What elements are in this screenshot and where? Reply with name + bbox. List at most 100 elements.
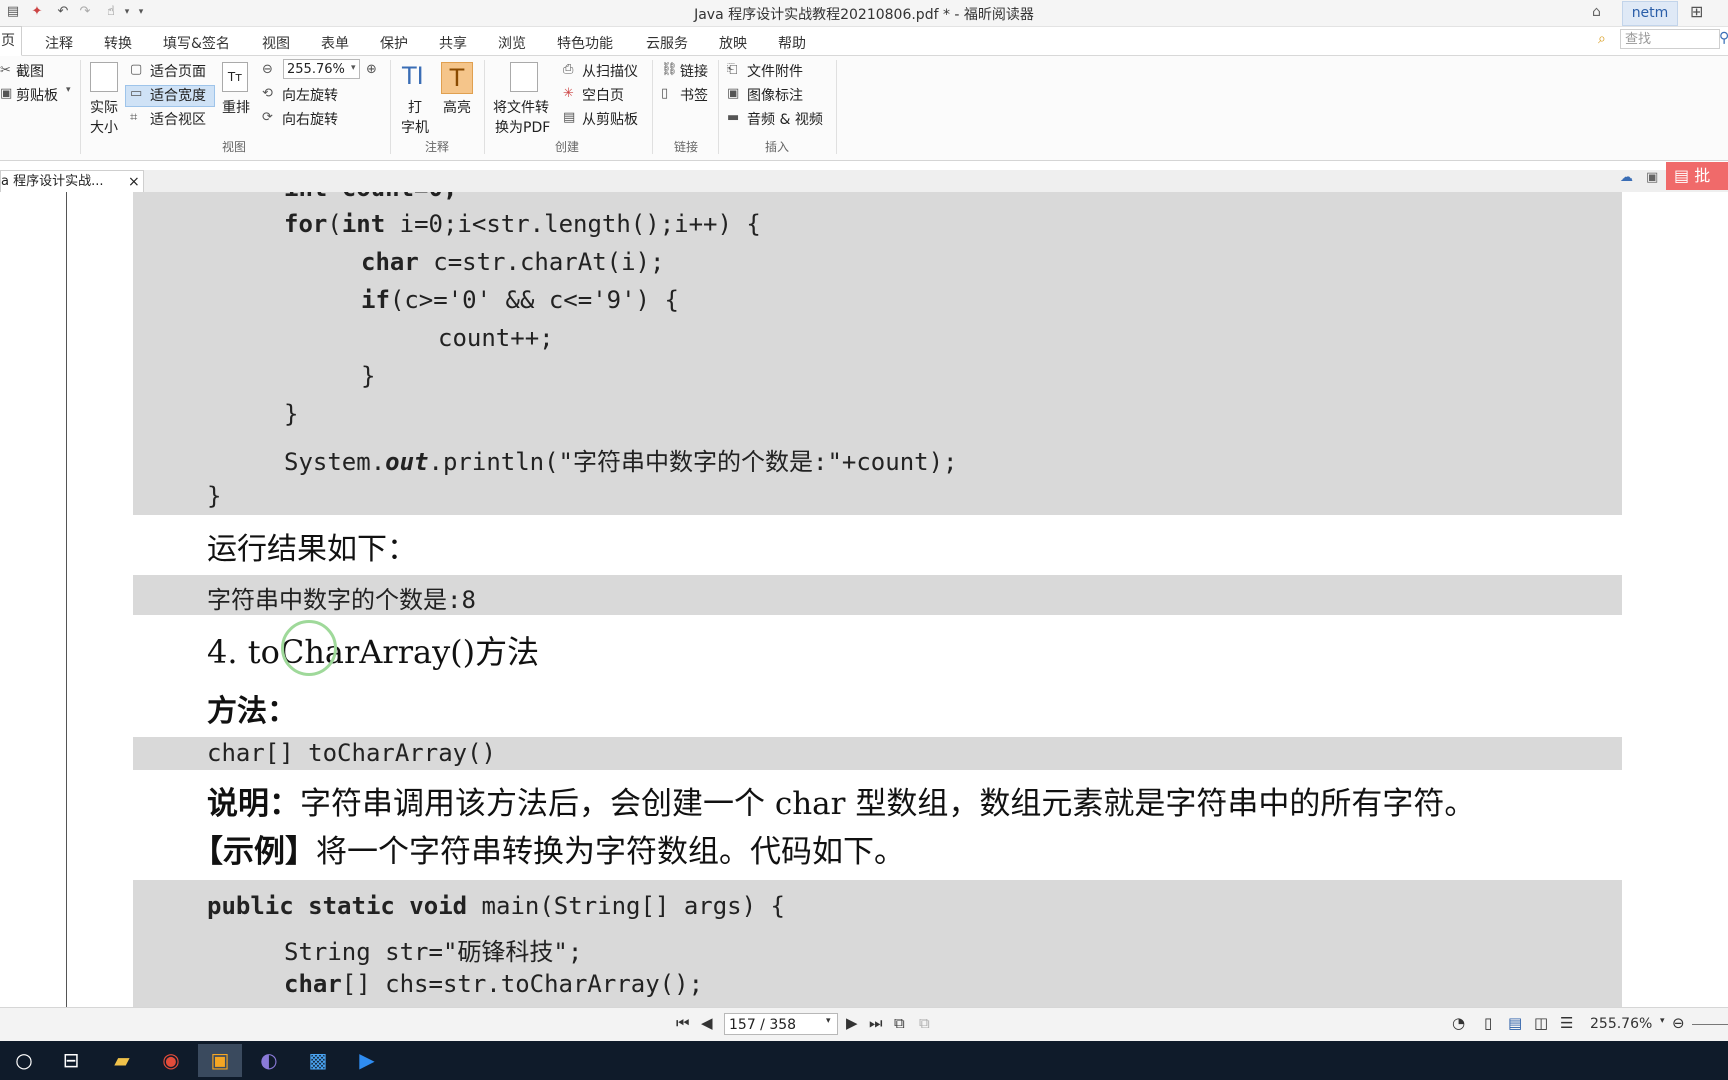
single-page-icon[interactable]: ▯: [1484, 1014, 1492, 1032]
zoom-out-icon[interactable]: ⊖: [1672, 1014, 1685, 1032]
user-account-button[interactable]: netm: [1622, 1, 1678, 26]
facing-page-icon[interactable]: ◫: [1534, 1014, 1548, 1032]
method-label: 方法：: [207, 694, 297, 729]
menu-features[interactable]: 特色功能: [557, 33, 613, 53]
fit-visible-button[interactable]: 适合视区: [150, 109, 206, 129]
file-explorer-icon[interactable]: ▰: [100, 1044, 144, 1077]
previous-view-icon[interactable]: ⧉: [894, 1014, 905, 1032]
link-button[interactable]: 链接: [680, 61, 708, 81]
highlight-button[interactable]: 高亮: [443, 97, 471, 117]
group-comment-label: 注释: [425, 140, 450, 154]
link-icon: ⛓: [661, 62, 678, 77]
code-text: System.: [284, 448, 386, 476]
document-view[interactable]: int count=0; for(int i=0;i<str.length();…: [0, 192, 1728, 1007]
bookmark-icon: ▯: [661, 86, 669, 101]
task-view-icon[interactable]: ⊟: [49, 1044, 93, 1077]
menu-view[interactable]: 视图: [262, 33, 290, 53]
actual-size-button[interactable]: 实际: [90, 97, 118, 117]
menu-convert[interactable]: 转换: [104, 33, 132, 53]
image-annotation-button[interactable]: 图像标注: [747, 85, 803, 105]
menu-cloud[interactable]: 云服务: [646, 33, 688, 53]
zoom-dropdown-icon[interactable]: ▾: [1660, 1016, 1665, 1026]
zoom-out-icon[interactable]: ⊖: [262, 62, 273, 77]
audio-video-button[interactable]: 音频 & 视频: [747, 109, 823, 129]
fit-page-button[interactable]: 适合页面: [150, 61, 206, 81]
from-clipboard-icon: ▤: [563, 110, 576, 125]
menu-slideshow[interactable]: 放映: [719, 33, 747, 53]
page-dropdown-icon[interactable]: ▾: [826, 1016, 831, 1026]
menu-home[interactable]: 页: [0, 26, 22, 56]
next-view-icon[interactable]: ⧉: [919, 1014, 930, 1032]
customize-toolbar-icon[interactable]: ▾: [134, 5, 148, 19]
previous-page-icon[interactable]: ◀: [701, 1014, 713, 1032]
app-menu-icon[interactable]: ▤: [6, 5, 20, 19]
menu-protect[interactable]: 保护: [380, 33, 408, 53]
menu-form[interactable]: 表单: [321, 33, 349, 53]
foxit-reader-icon[interactable]: ▣: [198, 1044, 242, 1077]
zoom-in-icon[interactable]: ⊕: [366, 62, 377, 77]
photos-icon[interactable]: ▩: [296, 1044, 340, 1077]
typewriter-label: 字机: [401, 120, 429, 136]
redo-icon[interactable]: ↷: [78, 5, 92, 19]
zoom-dropdown-icon[interactable]: ▾: [351, 63, 356, 73]
start-icon[interactable]: ○: [2, 1044, 46, 1077]
convert-button[interactable]: 将文件转: [493, 97, 549, 117]
zoom-slider[interactable]: [1692, 1024, 1728, 1025]
next-page-icon[interactable]: ▶: [846, 1014, 858, 1032]
screen-recorder-icon[interactable]: ▶: [345, 1044, 389, 1077]
document-tab[interactable]: a 程序设计实战... ×: [0, 170, 144, 194]
code-keyword: for: [284, 210, 328, 238]
notification-icon[interactable]: ⌂: [1592, 3, 1610, 21]
chrome-icon[interactable]: ◉: [149, 1044, 193, 1077]
search-input[interactable]: 查找: [1620, 29, 1720, 49]
file-attachment-button[interactable]: 文件附件: [747, 61, 803, 81]
hand-tool-icon[interactable]: ☝: [104, 5, 118, 19]
continuous-facing-icon[interactable]: ☰: [1560, 1014, 1573, 1032]
menu-browse[interactable]: 浏览: [498, 33, 526, 53]
code-keyword: int: [341, 210, 386, 238]
save-icon[interactable]: ▣: [1646, 170, 1658, 185]
screenshot-button[interactable]: 截图: [16, 61, 44, 81]
reflow-button[interactable]: 重排: [222, 97, 250, 117]
code-line: String str="砺锋科技";: [284, 938, 583, 966]
screenshot-icon: ✂: [0, 63, 11, 78]
side-panel-tab[interactable]: ▤ 批: [1666, 162, 1728, 190]
menu-comment[interactable]: 注释: [45, 33, 73, 53]
page-number-input[interactable]: 157 / 358: [724, 1013, 838, 1035]
description-text: 字符串调用该方法后，会创建一个 char 型数组，数组元素就是字符串中的所有字符…: [300, 786, 1476, 822]
from-clipboard-button[interactable]: 从剪贴板: [582, 109, 638, 129]
search-icon[interactable]: ⚲: [1719, 30, 1728, 46]
scanner-icon: ⎙: [563, 62, 574, 77]
blank-page-button[interactable]: 空白页: [582, 85, 624, 105]
zoom-select[interactable]: 255.76%: [283, 59, 360, 79]
last-page-icon[interactable]: ⏭: [869, 1014, 883, 1032]
code-text: i=0;i<str.length();i++) {: [385, 210, 761, 238]
open-file-icon[interactable]: ✦: [30, 5, 44, 19]
bookmark-button[interactable]: 书签: [680, 85, 708, 105]
ribbon-separator: [390, 60, 391, 154]
rotate-right-button[interactable]: 向右旋转: [282, 109, 338, 129]
undo-icon[interactable]: ↶: [56, 5, 70, 19]
clipboard-button[interactable]: 剪贴板: [16, 85, 58, 105]
ribbon-separator: [484, 60, 485, 154]
attachment-icon: ⎗: [727, 62, 738, 77]
cloud-icon[interactable]: ☁: [1620, 170, 1633, 185]
hand-tool-dropdown-icon[interactable]: ▾: [120, 5, 134, 19]
typewriter-button[interactable]: 打: [408, 97, 422, 117]
menu-fill-sign[interactable]: 填写&签名: [163, 33, 230, 53]
first-page-icon[interactable]: ⏮: [676, 1014, 690, 1032]
continuous-page-icon[interactable]: ▤: [1508, 1014, 1522, 1032]
from-scanner-button[interactable]: 从扫描仪: [582, 61, 638, 81]
menu-help[interactable]: 帮助: [778, 33, 806, 53]
menu-share[interactable]: 共享: [439, 33, 467, 53]
clipboard-dropdown-icon[interactable]: ▾: [66, 85, 71, 95]
grid-icon[interactable]: ⊞: [1690, 3, 1708, 21]
title-bar: Java 程序设计实战教程20210806.pdf * - 福昕阅读器: [0, 0, 1728, 27]
close-tab-icon[interactable]: ×: [128, 171, 140, 193]
eclipse-icon[interactable]: ◐: [247, 1044, 291, 1077]
audio-video-icon: ▬: [727, 110, 740, 125]
zoom-level[interactable]: 255.76%: [1590, 1016, 1652, 1032]
rotate-left-button[interactable]: 向左旋转: [282, 85, 338, 105]
fit-width-button[interactable]: 适合宽度: [150, 85, 206, 105]
read-mode-icon[interactable]: ◔: [1452, 1014, 1465, 1032]
